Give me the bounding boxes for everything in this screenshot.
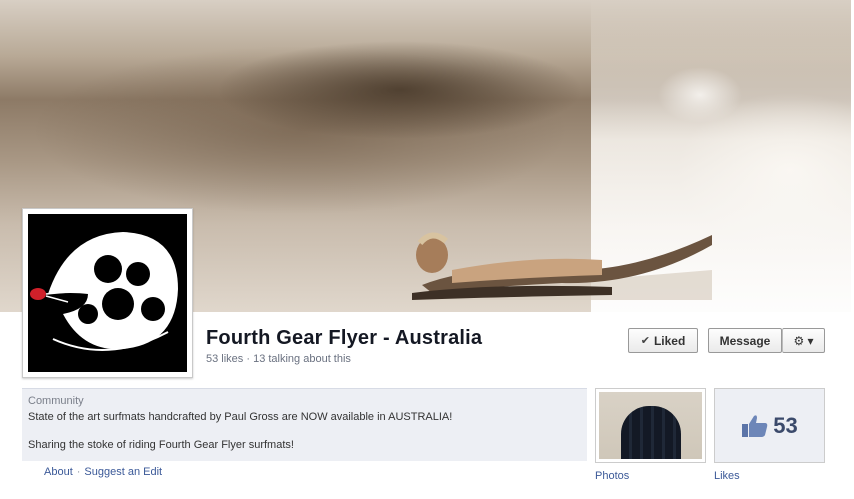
about-panel: Community State of the art surfmats hand… — [22, 388, 587, 461]
liked-label: Liked — [653, 333, 686, 348]
message-label: Message — [719, 333, 771, 348]
likes-box[interactable]: 53 — [714, 388, 825, 463]
about-description: State of the art surfmats handcrafted by… — [28, 411, 453, 423]
about-links: About · Suggest an Edit — [44, 466, 163, 478]
page-category: Community — [28, 395, 84, 407]
suggest-edit-link[interactable]: Suggest an Edit — [84, 466, 162, 478]
liked-button[interactable]: ✔ Liked — [628, 328, 698, 353]
photos-link[interactable]: Photos — [595, 470, 629, 482]
photos-thumbnail[interactable] — [595, 388, 706, 463]
profile-picture[interactable] — [22, 208, 193, 378]
about-tagline: Sharing the stoke of riding Fourth Gear … — [28, 439, 294, 451]
fourth-gear-flyer-logo — [28, 214, 187, 372]
about-link[interactable]: About — [44, 466, 73, 478]
surfmat-image — [621, 406, 681, 459]
thumbs-up-icon — [742, 414, 768, 437]
gear-icon: ⚙ ▾ — [793, 333, 814, 348]
surfer-illustration — [412, 232, 712, 300]
settings-dropdown-button[interactable]: ⚙ ▾ — [782, 328, 825, 353]
page-title[interactable]: Fourth Gear Flyer - Australia — [206, 327, 482, 350]
page-stats: 53 likes · 13 talking about this — [206, 353, 351, 365]
likes-count: 53 — [773, 412, 798, 438]
likes-link[interactable]: Likes — [714, 470, 740, 482]
message-button[interactable]: Message — [708, 328, 782, 353]
checkmark-icon: ✔ — [640, 335, 650, 347]
photo-preview — [599, 392, 702, 459]
